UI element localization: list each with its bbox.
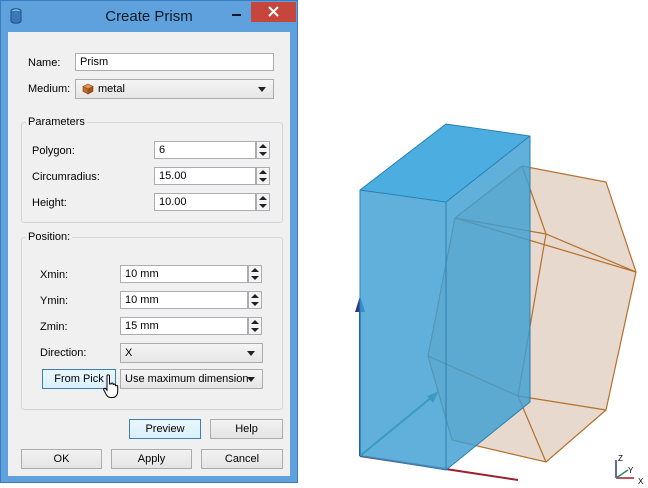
medium-select-value: metal xyxy=(98,83,125,95)
polygon-label: Polygon: xyxy=(32,145,75,157)
zmin-spinner[interactable] xyxy=(248,317,262,335)
spin-up-icon[interactable] xyxy=(259,144,267,148)
ok-button[interactable]: OK xyxy=(21,449,102,469)
triad-y-label: Y xyxy=(628,466,634,475)
height-label: Height: xyxy=(32,197,67,209)
help-button[interactable]: Help xyxy=(210,419,283,439)
direction-label: Direction: xyxy=(40,347,87,359)
medium-label: Medium: xyxy=(28,83,71,95)
box-object xyxy=(359,123,531,471)
medium-select[interactable]: metal xyxy=(75,79,274,99)
spin-down-icon[interactable] xyxy=(259,178,267,182)
cancel-button[interactable]: Cancel xyxy=(201,449,283,469)
orientation-triad: Z Y X xyxy=(615,454,644,486)
spin-down-icon[interactable] xyxy=(259,152,267,156)
chevron-down-icon xyxy=(247,351,255,356)
dimension-select-value: Use maximum dimension xyxy=(125,373,249,385)
spin-up-icon[interactable] xyxy=(251,320,259,324)
zmin-label: Zmin: xyxy=(40,321,68,333)
close-icon xyxy=(268,6,279,17)
apply-button[interactable]: Apply xyxy=(111,449,192,469)
xmin-spinner[interactable] xyxy=(248,265,262,283)
triad-z-label: Z xyxy=(618,454,623,463)
ymin-spinner[interactable] xyxy=(248,291,262,309)
chevron-down-icon xyxy=(258,87,266,92)
parameters-group-label: Parameters xyxy=(26,116,87,128)
circumradius-input[interactable]: 15.00 xyxy=(154,167,256,185)
direction-select[interactable]: X xyxy=(120,343,263,363)
close-button[interactable] xyxy=(251,2,296,22)
circumradius-spinner[interactable] xyxy=(256,167,270,185)
xmin-label: Xmin: xyxy=(40,269,69,281)
position-group-label: Position: xyxy=(26,231,73,243)
name-input[interactable]: Prism xyxy=(75,53,274,71)
ymin-input[interactable]: 10 mm xyxy=(120,291,248,309)
spin-up-icon[interactable] xyxy=(251,268,259,272)
spin-up-icon[interactable] xyxy=(259,170,267,174)
polygon-input[interactable]: 6 xyxy=(154,141,256,159)
metal-cube-icon xyxy=(82,83,94,95)
title-bar[interactable]: Create Prism xyxy=(1,1,297,31)
xmin-input[interactable]: 10 mm xyxy=(120,265,248,283)
name-label: Name: xyxy=(28,57,61,69)
dialog-body: Name: Prism Medium: metal Parameters Pol… xyxy=(8,32,290,476)
dimension-select[interactable]: Use maximum dimension xyxy=(120,369,263,389)
triad-x-label: X xyxy=(638,477,644,486)
height-input[interactable]: 10.00 xyxy=(154,193,256,211)
mouse-cursor-icon xyxy=(103,374,119,398)
polygon-spinner[interactable] xyxy=(256,141,270,159)
chevron-down-icon xyxy=(247,377,255,382)
spin-down-icon[interactable] xyxy=(251,302,259,306)
preview-button[interactable]: Preview xyxy=(129,419,201,439)
direction-select-value: X xyxy=(125,347,133,359)
spin-down-icon[interactable] xyxy=(251,328,259,332)
ymin-label: Ymin: xyxy=(40,295,69,307)
spin-down-icon[interactable] xyxy=(259,204,267,208)
create-prism-dialog: Create Prism Name: Prism Medium: metal P… xyxy=(0,0,298,483)
minimize-icon[interactable] xyxy=(229,7,243,19)
spin-up-icon[interactable] xyxy=(251,294,259,298)
zmin-input[interactable]: 15 mm xyxy=(120,317,248,335)
spin-down-icon[interactable] xyxy=(251,276,259,280)
circumradius-label: Circumradius: xyxy=(32,171,100,183)
3d-viewport[interactable]: Z Y X xyxy=(300,0,648,488)
spin-up-icon[interactable] xyxy=(259,196,267,200)
height-spinner[interactable] xyxy=(256,193,270,211)
